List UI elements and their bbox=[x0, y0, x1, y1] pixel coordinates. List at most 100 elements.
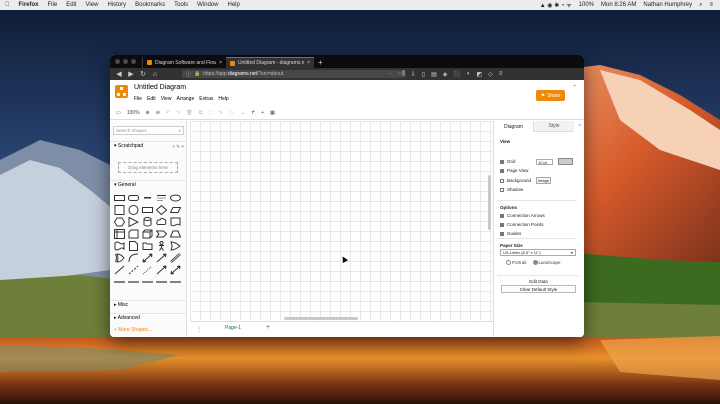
minimize-window-button[interactable] bbox=[123, 59, 128, 64]
menubar-item-help[interactable]: Help bbox=[227, 2, 239, 8]
rectangle-shape[interactable] bbox=[114, 193, 125, 203]
scratchpad-header[interactable]: ▾ Scratchpad + ✎ × bbox=[110, 141, 187, 150]
download-icon[interactable]: ⇩ bbox=[411, 71, 416, 78]
grid-size-input[interactable]: 10 pt bbox=[536, 159, 553, 165]
note-shape[interactable] bbox=[128, 241, 139, 251]
clear-default-style-button[interactable]: Clear Default Style bbox=[501, 285, 576, 293]
dashed-line-shape[interactable] bbox=[128, 265, 139, 275]
general-header[interactable]: ▾ General bbox=[110, 180, 187, 189]
share-button[interactable]: ⚑ Share bbox=[536, 90, 565, 101]
connection-icon[interactable]: → bbox=[240, 110, 245, 116]
close-tab-icon[interactable]: × bbox=[219, 60, 222, 66]
menubar-item-view[interactable]: View bbox=[86, 2, 99, 8]
cylinder-shape[interactable] bbox=[142, 217, 153, 227]
hexagon-shape[interactable] bbox=[114, 217, 125, 227]
new-tab-button[interactable]: + bbox=[314, 58, 327, 68]
horizontal-link-shape[interactable] bbox=[142, 277, 153, 287]
table-icon[interactable]: ▦ bbox=[270, 110, 275, 116]
sidebar-icon[interactable]: ▯ bbox=[422, 71, 425, 78]
extension-icon[interactable]: ◐ bbox=[467, 71, 471, 77]
paper-size-select[interactable]: US-Letter (8,5" x 11") ▾ bbox=[500, 249, 576, 256]
menubar-item-tools[interactable]: Tools bbox=[174, 2, 188, 8]
insert-icon[interactable]: + bbox=[261, 110, 264, 116]
background-checkbox[interactable]: Background bbox=[500, 178, 531, 183]
menubar-item-edit[interactable]: Edit bbox=[66, 2, 76, 8]
undo-icon[interactable]: ↶ bbox=[166, 110, 170, 116]
folder-shape[interactable] bbox=[142, 241, 153, 251]
back-icon[interactable]: ◀ bbox=[113, 70, 125, 78]
directional-connector-shape[interactable] bbox=[156, 265, 167, 275]
menubar-item-file[interactable]: File bbox=[48, 2, 58, 8]
scratchpad-drop-zone[interactable]: Drag elements here bbox=[118, 162, 178, 173]
reader-icon[interactable]: ▤ bbox=[431, 71, 437, 78]
zoom-in-icon[interactable]: ⊕ bbox=[146, 110, 150, 116]
connection-arrows-checkbox[interactable]: Connection Arrows bbox=[500, 213, 545, 218]
close-format-icon[interactable]: × bbox=[578, 123, 581, 129]
page-menu-icon[interactable]: ⋮ bbox=[196, 326, 202, 333]
browser-tab-2[interactable]: Untitled Diagram - diagrams.net × bbox=[226, 57, 314, 68]
waypoints-icon[interactable]: ↱ bbox=[251, 110, 255, 116]
trapezoid-shape[interactable] bbox=[170, 229, 181, 239]
close-window-button[interactable] bbox=[115, 59, 120, 64]
menubar-item-bookmarks[interactable]: Bookmarks bbox=[135, 2, 165, 8]
ellipse-shape[interactable] bbox=[170, 193, 181, 203]
line-color-icon[interactable]: ▭ bbox=[229, 110, 234, 116]
menu-file[interactable]: File bbox=[134, 96, 142, 102]
page-view-checkbox[interactable]: Page View bbox=[500, 168, 528, 173]
fill-color-icon[interactable]: ✎ bbox=[219, 110, 223, 116]
background-image-button[interactable]: Image bbox=[536, 177, 551, 184]
horizontal-arrow-shape[interactable] bbox=[128, 277, 139, 287]
spotlight-icon[interactable]: ⌕ bbox=[699, 2, 702, 9]
parallelogram-shape[interactable] bbox=[170, 205, 181, 215]
menubar-item-history[interactable]: History bbox=[107, 2, 126, 8]
page-tab-1[interactable]: Page-1 bbox=[212, 323, 254, 335]
zoom-out-icon[interactable]: ⊖ bbox=[156, 110, 160, 116]
forward-icon[interactable]: ▶ bbox=[125, 70, 137, 78]
horizontal-scrollbar[interactable] bbox=[284, 317, 358, 320]
text-shape[interactable] bbox=[142, 193, 153, 203]
cube-shape[interactable] bbox=[142, 229, 153, 239]
menubar-app-name[interactable]: Firefox bbox=[19, 2, 39, 8]
shadow-checkbox[interactable]: Shadow bbox=[500, 187, 523, 192]
tab-diagram[interactable]: Diagram bbox=[494, 121, 534, 132]
menu-arrange[interactable]: Arrange bbox=[176, 96, 194, 102]
horizontal-connector-shape[interactable] bbox=[170, 277, 181, 287]
pages-icon[interactable]: ▭ bbox=[116, 110, 121, 116]
textbox-shape[interactable] bbox=[156, 193, 167, 203]
menu-view[interactable]: View bbox=[161, 96, 172, 102]
extension-icon[interactable]: ◩ bbox=[477, 71, 483, 78]
arrow-shape[interactable] bbox=[156, 253, 167, 263]
link-shape[interactable] bbox=[170, 253, 181, 263]
misc-header[interactable]: ▸ Misc bbox=[110, 300, 187, 309]
url-bar[interactable]: ⓘ 🔒 https://app.diagrams.net/?src=about … bbox=[182, 70, 406, 78]
landscape-radio[interactable]: Landscape bbox=[532, 260, 561, 266]
triangle-shape[interactable] bbox=[128, 217, 139, 227]
menubar-item-window[interactable]: Window bbox=[197, 2, 218, 8]
xor-shape[interactable] bbox=[114, 253, 125, 263]
tab-style[interactable]: Style bbox=[534, 121, 574, 132]
guides-checkbox[interactable]: Guides bbox=[500, 231, 521, 236]
horizontal-double-line-shape[interactable] bbox=[156, 277, 167, 287]
close-tab-icon[interactable]: × bbox=[307, 60, 310, 66]
menu-help[interactable]: Help bbox=[218, 96, 228, 102]
step-shape[interactable] bbox=[156, 229, 167, 239]
diagram-title[interactable]: Untitled Diagram bbox=[134, 84, 186, 91]
library-icon[interactable]: ⫼ bbox=[402, 71, 405, 78]
add-page-button[interactable]: + bbox=[266, 324, 270, 331]
search-icon[interactable]: ⌕ bbox=[178, 127, 181, 135]
double-arrow-shape[interactable] bbox=[170, 265, 181, 275]
card-shape[interactable] bbox=[128, 229, 139, 239]
menu-extras[interactable]: Extras bbox=[199, 96, 213, 102]
grid-color-swatch[interactable] bbox=[558, 158, 573, 165]
battery-percent[interactable]: 100% bbox=[579, 2, 594, 8]
menu-list-icon[interactable]: ≡ bbox=[709, 2, 713, 8]
edit-data-button[interactable]: Edit Data bbox=[501, 277, 576, 285]
user-name[interactable]: Nathan Humphrey bbox=[643, 2, 692, 8]
more-shapes-button[interactable]: + More Shapes... bbox=[114, 327, 152, 333]
apple-icon[interactable]:  bbox=[5, 2, 10, 8]
portrait-radio[interactable]: Portrait bbox=[506, 260, 527, 266]
extension-icon[interactable]: ⬛ bbox=[453, 71, 460, 78]
tape-shape[interactable] bbox=[114, 241, 125, 251]
clock[interactable]: Mon 8:26 AM bbox=[601, 2, 636, 8]
extension-icon[interactable]: ◇ bbox=[488, 71, 493, 78]
